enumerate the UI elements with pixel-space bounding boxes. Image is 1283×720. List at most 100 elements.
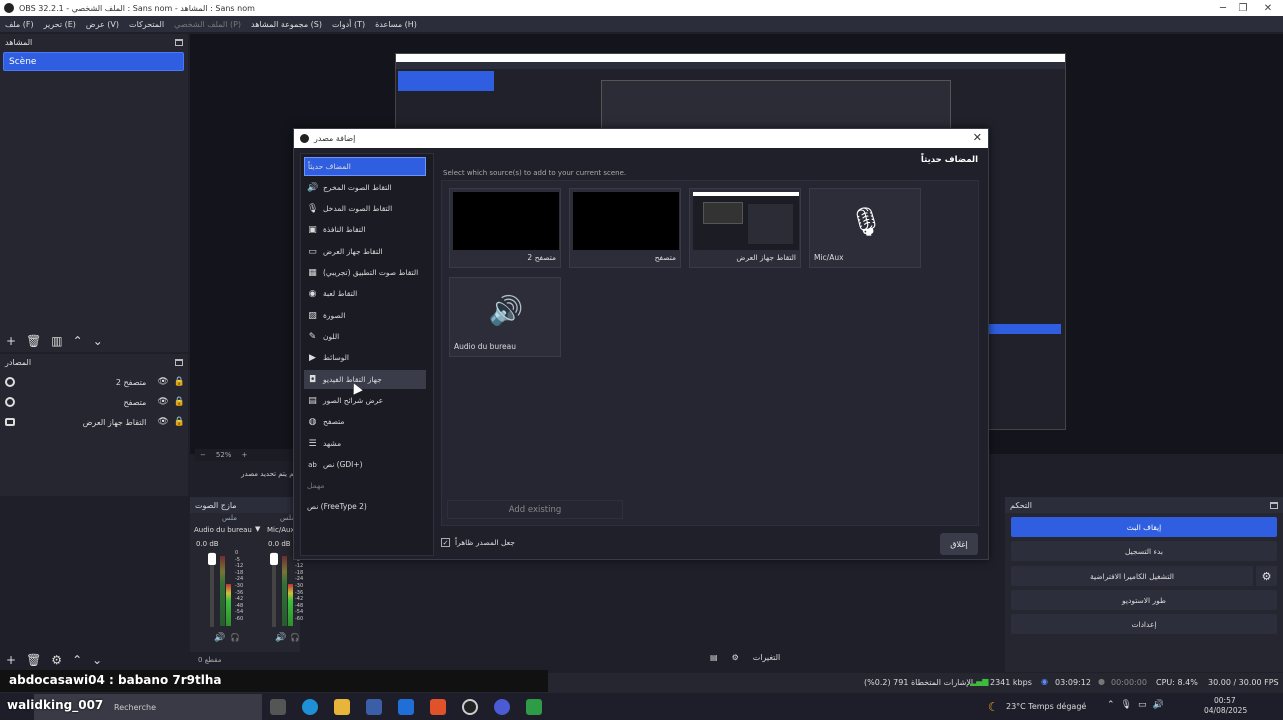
- add-scene-icon[interactable]: +: [6, 334, 16, 348]
- move-up-icon[interactable]: ⌃: [72, 653, 82, 667]
- menu-profile[interactable]: الملف الشخصي (P): [174, 20, 241, 29]
- type-image[interactable]: ▨ الصورة: [304, 306, 426, 325]
- app-icon[interactable]: [526, 699, 542, 715]
- menu-view[interactable]: عرض (V): [86, 20, 119, 29]
- type-scene[interactable]: ☰ مشهد: [304, 434, 426, 453]
- camera-icon: ◘: [308, 374, 317, 385]
- task-view-icon[interactable]: [270, 699, 286, 715]
- volume-slider-handle[interactable]: [270, 553, 278, 565]
- edge-icon[interactable]: [302, 699, 318, 715]
- weather-text: 23°C Temps dégagé: [1006, 702, 1087, 711]
- source-name: متصفح: [123, 397, 147, 407]
- source-row[interactable]: متصفح 2 👁 🔒: [5, 373, 185, 391]
- type-recently-added[interactable]: المضاف حديثاً: [304, 157, 426, 176]
- volume-slider-handle[interactable]: [208, 553, 216, 565]
- lock-icon[interactable]: 🔒: [174, 417, 185, 427]
- obs-taskbar-icon[interactable]: [462, 699, 478, 715]
- transitions-dropdown[interactable]: التغيرات: [753, 653, 781, 662]
- level-meter: [288, 584, 293, 626]
- monitor-icon: [5, 418, 15, 426]
- checkbox-checked[interactable]: ✓: [441, 538, 450, 547]
- type-game-capture[interactable]: ◉ التقاط لعبة: [304, 284, 426, 303]
- menu-tools[interactable]: أدوات (T): [332, 20, 365, 29]
- sources-toolbar: + 🗑 ⚙ ⌃ ⌄: [6, 653, 102, 667]
- source-card[interactable]: 🔊 Audio du bureau: [449, 277, 561, 357]
- channel-menu-icon[interactable]: ▼: [255, 525, 260, 533]
- tray-icons[interactable]: ⌃🎙▭🔊: [1107, 700, 1170, 710]
- eye-icon[interactable]: 👁: [157, 397, 168, 407]
- type-app-audio[interactable]: ▦ التقاط صوت التطبيق (تجريبي): [304, 263, 426, 282]
- eye-icon[interactable]: 👁: [157, 417, 168, 427]
- mail-icon[interactable]: [398, 699, 414, 715]
- eye-icon[interactable]: 👁: [157, 377, 168, 387]
- source-row[interactable]: متصفح 👁 🔒: [5, 393, 185, 411]
- menu-help[interactable]: مساعدة (H): [375, 20, 417, 29]
- speaker-icon[interactable]: 🔊: [275, 633, 286, 643]
- lock-icon[interactable]: 🔒: [174, 397, 185, 407]
- type-media[interactable]: ▶ الوسائط: [304, 348, 426, 367]
- zoom-in-icon[interactable]: +: [241, 451, 247, 459]
- scene-item[interactable]: Scène: [3, 52, 184, 71]
- type-audio-output[interactable]: 🔊 التقاط الصوت المخرج: [304, 178, 426, 197]
- undock-icon[interactable]: [1270, 501, 1278, 509]
- dialog-hint: Select which source(s) to add to your cu…: [443, 169, 627, 177]
- visible-checkbox-row[interactable]: ✓ جعل المصدر ظاهراً: [441, 538, 515, 547]
- menu-edit[interactable]: تحرير (E): [44, 20, 76, 29]
- virtual-camera-settings-icon[interactable]: ⚙: [1256, 566, 1277, 586]
- menu-docks[interactable]: المتحركات: [129, 20, 164, 29]
- type-slideshow[interactable]: ▤ عرض شرائح الصور: [304, 391, 426, 410]
- undock-icon[interactable]: [175, 38, 183, 46]
- store-icon[interactable]: [366, 699, 382, 715]
- studio-mode-button[interactable]: طور الاستوديو: [1011, 590, 1277, 610]
- scene-filters-icon[interactable]: ▥: [51, 334, 62, 348]
- source-card[interactable]: 🎙 Mic/Aux: [809, 188, 921, 268]
- file-explorer-icon[interactable]: [334, 699, 350, 715]
- undock-icon[interactable]: [175, 358, 183, 366]
- source-properties-icon[interactable]: ⚙: [51, 653, 62, 667]
- layout-icon[interactable]: ▤: [710, 653, 718, 662]
- discord-icon[interactable]: [494, 699, 510, 715]
- mixer-db: 0.0 dB: [268, 540, 291, 548]
- source-card[interactable]: متصفح: [569, 188, 681, 268]
- stop-streaming-button[interactable]: إيقاف البث: [1011, 517, 1277, 537]
- type-audio-input[interactable]: 🎙 التقاط الصوت المدخل: [304, 199, 426, 218]
- zoom-out-icon[interactable]: −: [200, 451, 206, 459]
- move-down-icon[interactable]: ⌄: [93, 334, 103, 348]
- close-icon[interactable]: ✕: [973, 131, 982, 144]
- recently-added-heading: المضاف حديثاً: [920, 155, 978, 165]
- source-type-list: المضاف حديثاً 🔊 التقاط الصوت المخرج 🎙 التق…: [300, 153, 434, 556]
- dialog-close-button[interactable]: إغلاق: [940, 533, 978, 555]
- add-existing-button[interactable]: Add existing: [447, 500, 623, 519]
- move-up-icon[interactable]: ⌃: [73, 334, 83, 348]
- start-recording-button[interactable]: بدء التسجيل: [1011, 541, 1277, 561]
- source-row[interactable]: التقاط جهاز العرض 👁 🔒: [5, 413, 185, 431]
- type-video-capture[interactable]: ◘ جهاز التقاط الفيديو: [304, 370, 426, 389]
- move-down-icon[interactable]: ⌄: [92, 653, 102, 667]
- headphones-icon[interactable]: 🎧: [230, 633, 240, 642]
- add-source-icon[interactable]: +: [6, 653, 16, 667]
- settings-button[interactable]: إعدادات: [1011, 614, 1277, 634]
- source-card[interactable]: متصفح 2: [449, 188, 561, 268]
- type-window-capture[interactable]: ▣ التقاط النافذة: [304, 220, 426, 239]
- source-card[interactable]: التقاط جهاز العرض: [689, 188, 801, 268]
- meter-ticks: 0-5-12-18-24-30-36-42-48-54-60: [235, 550, 244, 622]
- type-display-capture[interactable]: ▭ التقاط جهاز العرض: [304, 242, 426, 261]
- headphones-icon[interactable]: 🎧: [290, 633, 300, 642]
- mixer-channel-name: Audio du bureau: [194, 526, 252, 534]
- type-text-gdi[interactable]: ab نص (GDI+): [304, 455, 426, 474]
- type-text-freetype[interactable]: نص (FreeType 2): [304, 497, 426, 516]
- menu-file[interactable]: ملف (F): [5, 20, 34, 29]
- remove-source-icon[interactable]: 🗑: [26, 653, 41, 667]
- mixer-db: 0.0 dB: [196, 540, 219, 548]
- speaker-icon[interactable]: 🔊: [214, 633, 225, 643]
- gear-icon[interactable]: ⚙: [732, 653, 739, 662]
- virtual-camera-button[interactable]: التشغيل الكاميرا الافتراضية: [1011, 566, 1253, 586]
- close-window-button[interactable]: ✕: [1248, 0, 1283, 16]
- remove-scene-icon[interactable]: 🗑: [26, 334, 41, 348]
- type-color[interactable]: ✎ اللون: [304, 327, 426, 346]
- menu-scene-collection[interactable]: مجموعة المشاهد (S): [251, 20, 322, 29]
- brave-icon[interactable]: [430, 699, 446, 715]
- scenes-dock-header: المشاهد: [0, 34, 188, 50]
- type-browser[interactable]: ◍ متصفح: [304, 412, 426, 431]
- lock-icon[interactable]: 🔒: [174, 377, 185, 387]
